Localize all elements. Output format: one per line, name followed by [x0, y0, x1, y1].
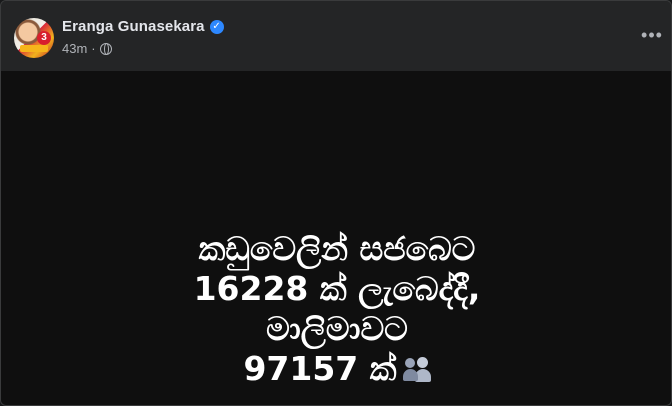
caption-line-2: 16228 ක් ලැබෙද්දී, [193, 269, 481, 308]
author-name[interactable]: Eranga Gunasekara [62, 18, 205, 35]
more-options-button[interactable]: ••• [635, 25, 669, 45]
post-meta: 43m · [62, 41, 112, 56]
post-timestamp[interactable]: 43m [62, 41, 87, 56]
avatar-strip [20, 45, 48, 52]
caption-line-4: 97157 ක් [243, 349, 397, 388]
caption-line-1: කඩුවෙලින් සජබෙට [198, 229, 476, 268]
post-caption: කඩුවෙලින් සජබෙට 16228 ක් ලැබෙද්දී, මාලිම… [1, 229, 671, 389]
busts-in-silhouette-icon [402, 356, 431, 382]
more-icon: ••• [641, 24, 663, 45]
author-row: Eranga Gunasekara ✓ [62, 18, 224, 35]
meta-separator: · [91, 41, 96, 56]
post-media[interactable]: කඩුවෙලින් සජබෙට 16228 ක් ලැබෙද්දී, මාලිම… [1, 71, 671, 405]
post-header: 3 Eranga Gunasekara ✓ 43m · ••• [1, 1, 671, 71]
globe-icon[interactable] [99, 42, 112, 55]
facebook-post: 3 Eranga Gunasekara ✓ 43m · ••• කඩුවෙලින… [0, 0, 672, 406]
verified-icon: ✓ [209, 19, 224, 34]
avatar-number-badge: 3 [37, 31, 51, 45]
caption-line-4-wrap: 97157 ක් [1, 349, 671, 389]
author-avatar[interactable]: 3 [14, 18, 54, 58]
caption-line-3: මාලිමාවට [266, 309, 408, 348]
